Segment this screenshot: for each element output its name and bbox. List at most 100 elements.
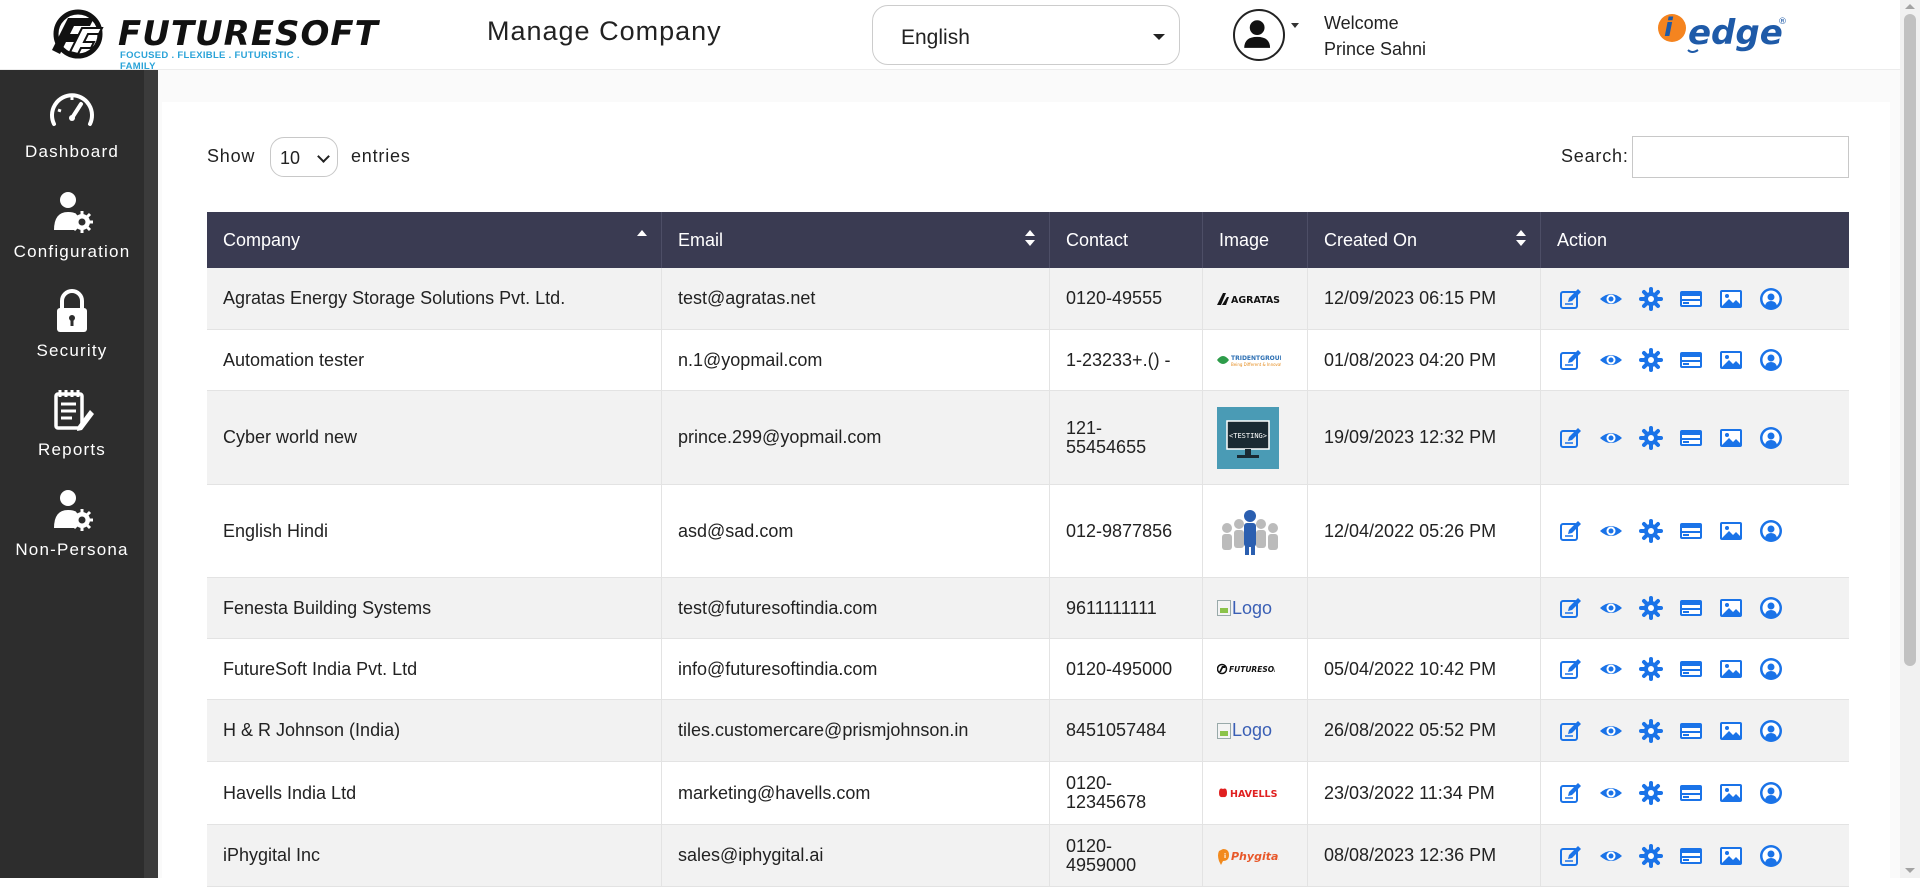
- futuresoft-logo[interactable]: FUTURESOFT FOCUSED . FLEXIBLE . FUTURIST…: [48, 8, 378, 72]
- edit-icon[interactable]: [1559, 657, 1583, 681]
- edit-icon[interactable]: [1559, 519, 1583, 543]
- chevron-down-icon: [1153, 34, 1165, 40]
- view-icon[interactable]: [1599, 348, 1623, 372]
- image-icon[interactable]: [1719, 287, 1743, 311]
- edit-icon[interactable]: [1559, 287, 1583, 311]
- app-header: FUTURESOFT FOCUSED . FLEXIBLE . FUTURIST…: [0, 0, 1900, 72]
- language-select[interactable]: English: [872, 5, 1180, 65]
- column-header-email[interactable]: Email: [662, 212, 1050, 268]
- search-input[interactable]: [1632, 136, 1849, 178]
- view-icon[interactable]: [1599, 844, 1623, 868]
- table-header: Company Email Contact Image Created On A…: [207, 212, 1849, 268]
- page-title: Manage Company: [487, 16, 722, 46]
- row-actions: [1559, 330, 1783, 390]
- cell-image: i Phygital: [1203, 825, 1308, 886]
- image-icon[interactable]: [1719, 348, 1743, 372]
- user-gear-icon: [54, 192, 93, 233]
- image-icon[interactable]: [1719, 519, 1743, 543]
- sidebar-item-label: Non-Persona: [15, 540, 129, 559]
- settings-icon[interactable]: [1639, 596, 1663, 620]
- cell-company: Automation tester: [207, 330, 662, 390]
- card-icon[interactable]: [1679, 348, 1703, 372]
- sidebar-item-reports[interactable]: Reports: [0, 380, 144, 476]
- cell-image: <TESTING>: [1203, 391, 1308, 484]
- user-icon[interactable]: [1759, 287, 1783, 311]
- sidebar-item-configuration[interactable]: Configuration: [0, 182, 144, 278]
- user-icon[interactable]: [1759, 844, 1783, 868]
- column-header-company[interactable]: Company: [207, 212, 662, 268]
- card-icon[interactable]: [1679, 657, 1703, 681]
- card-icon[interactable]: [1679, 519, 1703, 543]
- settings-icon[interactable]: [1639, 781, 1663, 805]
- language-value: English: [901, 26, 970, 49]
- settings-icon[interactable]: [1639, 286, 1663, 311]
- settings-icon[interactable]: [1639, 425, 1663, 450]
- view-icon[interactable]: [1599, 657, 1623, 681]
- user-icon[interactable]: [1759, 657, 1783, 681]
- scroll-up-arrow-icon[interactable]: [1905, 4, 1915, 9]
- svg-text:HAVELLS: HAVELLS: [1230, 789, 1278, 800]
- card-icon[interactable]: [1679, 426, 1703, 450]
- user-icon[interactable]: [1759, 719, 1783, 743]
- card-icon[interactable]: [1679, 844, 1703, 868]
- user-icon[interactable]: [1759, 596, 1783, 620]
- card-icon[interactable]: [1679, 287, 1703, 311]
- iedge-logo[interactable]: i edge ®: [1650, 8, 1790, 60]
- column-header-action: Action: [1557, 230, 1608, 250]
- card-icon[interactable]: [1679, 781, 1703, 805]
- edit-icon[interactable]: [1559, 781, 1583, 805]
- entries-select[interactable]: 10: [270, 137, 338, 177]
- column-header-image: Image: [1203, 212, 1308, 268]
- company-logo: HAVELLS: [1217, 786, 1281, 800]
- column-header-created-on[interactable]: Created On: [1308, 212, 1541, 268]
- cell-created-text: 12/09/2023 06:15 PM: [1324, 288, 1497, 308]
- image-icon[interactable]: [1719, 844, 1743, 868]
- user-icon[interactable]: [1759, 781, 1783, 805]
- svg-text:AGRATAS: AGRATAS: [1231, 295, 1280, 306]
- cell-company: Fenesta Building Systems: [207, 578, 662, 638]
- user-icon[interactable]: [1759, 519, 1783, 543]
- card-icon[interactable]: [1679, 596, 1703, 620]
- view-icon[interactable]: [1599, 781, 1623, 805]
- edit-icon[interactable]: [1559, 348, 1583, 372]
- settings-icon[interactable]: [1639, 843, 1663, 868]
- edit-icon[interactable]: [1559, 426, 1583, 450]
- sidebar-item-non-persona[interactable]: Non-Persona: [0, 480, 144, 576]
- scrollbar-thumb[interactable]: [1904, 14, 1916, 666]
- cell-created-text: 01/08/2023 04:20 PM: [1324, 349, 1497, 370]
- edit-icon[interactable]: [1559, 719, 1583, 743]
- scroll-down-arrow-icon[interactable]: [1905, 868, 1915, 873]
- user-icon[interactable]: [1759, 348, 1783, 372]
- avatar[interactable]: [1233, 9, 1285, 61]
- cell-image: FUTURESOFT: [1203, 639, 1308, 699]
- sidebar-item-label: Reports: [38, 440, 106, 459]
- welcome-label: Welcome: [1324, 13, 1399, 33]
- user-icon[interactable]: [1759, 426, 1783, 450]
- view-icon[interactable]: [1599, 519, 1623, 543]
- settings-icon[interactable]: [1639, 348, 1663, 372]
- image-icon[interactable]: [1719, 426, 1743, 450]
- image-icon[interactable]: [1719, 657, 1743, 681]
- settings-icon[interactable]: [1639, 718, 1663, 743]
- sidebar-item-dashboard[interactable]: Dashboard: [0, 82, 144, 178]
- cell-contact-text: 0120- 12345678: [1066, 773, 1147, 812]
- cell-email-text: asd@sad.com: [678, 520, 794, 541]
- sidebar-item-security[interactable]: Security: [0, 281, 144, 377]
- edit-icon[interactable]: [1559, 596, 1583, 620]
- user-menu[interactable]: [1233, 9, 1303, 61]
- table-row: Cyber world new prince.299@yopmail.com 121…: [207, 391, 1849, 485]
- settings-icon[interactable]: [1639, 519, 1663, 543]
- edit-icon[interactable]: [1559, 844, 1583, 868]
- lock-icon: [57, 289, 87, 332]
- cell-email: asd@sad.com: [662, 485, 1050, 577]
- image-icon[interactable]: [1719, 719, 1743, 743]
- card-icon[interactable]: [1679, 719, 1703, 743]
- image-icon[interactable]: [1719, 596, 1743, 620]
- image-icon[interactable]: [1719, 781, 1743, 805]
- view-icon[interactable]: [1599, 719, 1623, 743]
- view-icon[interactable]: [1599, 287, 1623, 311]
- cell-contact-text: 1-23233+.() -: [1066, 349, 1171, 370]
- settings-icon[interactable]: [1639, 657, 1663, 681]
- view-icon[interactable]: [1599, 596, 1623, 620]
- view-icon[interactable]: [1599, 426, 1623, 450]
